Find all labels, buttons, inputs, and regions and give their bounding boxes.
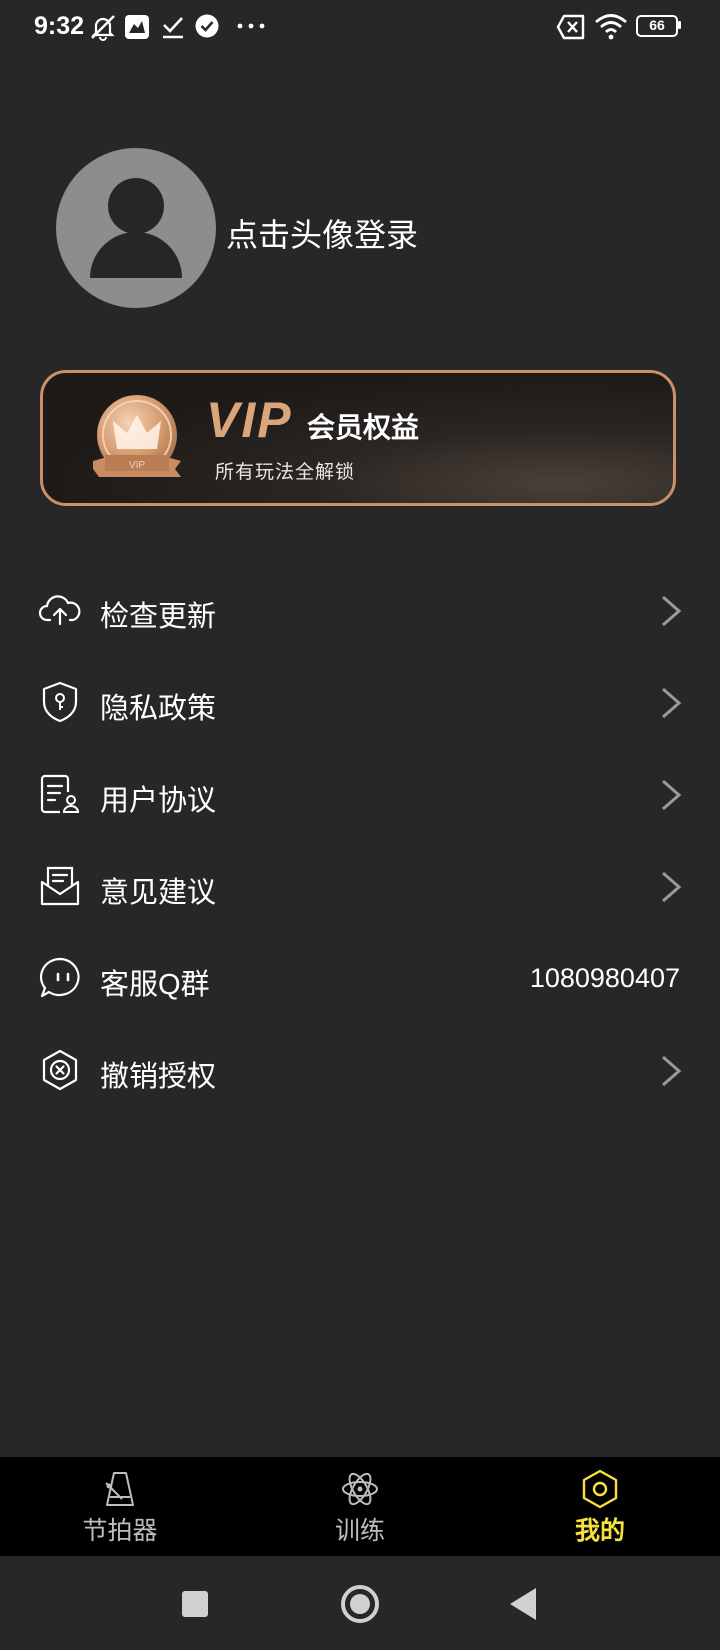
status-bar: 9:32 66	[0, 0, 720, 54]
back-icon[interactable]	[502, 1582, 546, 1626]
recent-apps-icon[interactable]	[173, 1582, 217, 1626]
menu-item-revoke-authorization[interactable]: 撤销授权	[0, 1024, 720, 1116]
status-time: 9:32	[34, 12, 85, 40]
document-user-icon	[40, 774, 80, 814]
vip-title: 会员权益	[307, 412, 420, 443]
tab-label: 节拍器	[82, 1517, 158, 1545]
menu-item-feedback[interactable]: 意见建议	[0, 840, 720, 932]
battery-level: 66	[649, 17, 665, 33]
system-nav-bar	[0, 1556, 720, 1650]
revoke-auth-icon	[42, 1049, 78, 1091]
vip-crown-badge-icon: VIP	[93, 395, 181, 477]
download-check-icon	[163, 17, 183, 39]
cloud-upload-icon	[38, 595, 81, 626]
bell-muted-icon	[91, 15, 115, 41]
menu-label: 用户协议	[100, 785, 217, 817]
chevron-right-icon	[662, 687, 682, 719]
vip-badge-text: VIP	[129, 460, 145, 471]
chat-bubble-icon	[40, 957, 80, 998]
menu-item-check-update[interactable]: 检查更新	[0, 564, 720, 656]
menu-item-privacy-policy[interactable]: 隐私政策	[0, 656, 720, 748]
wifi-icon	[595, 14, 627, 40]
tab-label: 训练	[334, 1517, 385, 1545]
user-silhouette-icon	[90, 178, 182, 278]
mail-feedback-icon	[40, 866, 80, 906]
avatar[interactable]	[56, 148, 216, 308]
menu-item-user-agreement[interactable]: 用户协议	[0, 748, 720, 840]
tab-mine[interactable]: 我的	[480, 1457, 720, 1556]
menu-label: 撤销授权	[100, 1061, 217, 1093]
more-dots-icon	[237, 23, 265, 29]
sim-x-icon	[556, 14, 585, 40]
menu-label: 检查更新	[100, 601, 217, 633]
app-icon	[125, 15, 149, 39]
atom-icon	[342, 1472, 378, 1506]
login-prompt[interactable]: 点击头像登录	[226, 210, 418, 256]
hexagon-icon	[582, 1469, 618, 1509]
chevron-right-icon	[662, 871, 682, 903]
home-icon[interactable]	[338, 1582, 382, 1626]
menu-label: 客服Q群	[100, 969, 210, 1001]
battery-icon: 66	[636, 15, 681, 37]
qq-group-number[interactable]: 1080980407	[530, 963, 680, 994]
chevron-right-icon	[662, 595, 682, 627]
profile-section: 点击头像登录	[56, 148, 656, 308]
tab-metronome[interactable]: 节拍器	[0, 1457, 240, 1556]
menu-item-support-qq-group[interactable]: 客服Q群 1080980407	[0, 932, 720, 1024]
chevron-right-icon	[662, 1055, 682, 1087]
vip-subtitle: 所有玩法全解锁	[215, 462, 356, 483]
settings-menu: 检查更新 隐私政策 用户协议 意见建议 客服Q群 1080980407 撤销授权	[0, 564, 720, 1116]
metronome-icon	[105, 1472, 134, 1506]
check-circle-icon	[195, 14, 219, 38]
tab-label: 我的	[574, 1517, 625, 1545]
tab-training[interactable]: 训练	[240, 1457, 480, 1556]
chevron-right-icon	[662, 779, 682, 811]
vip-word: VIP	[206, 392, 293, 448]
menu-label: 隐私政策	[100, 693, 217, 725]
bottom-tab-bar: 节拍器 训练 我的	[0, 1457, 720, 1556]
shield-key-icon	[42, 681, 78, 723]
vip-card[interactable]: VIP VIP 会员权益 所有玩法全解锁	[40, 370, 676, 506]
menu-label: 意见建议	[100, 877, 217, 909]
